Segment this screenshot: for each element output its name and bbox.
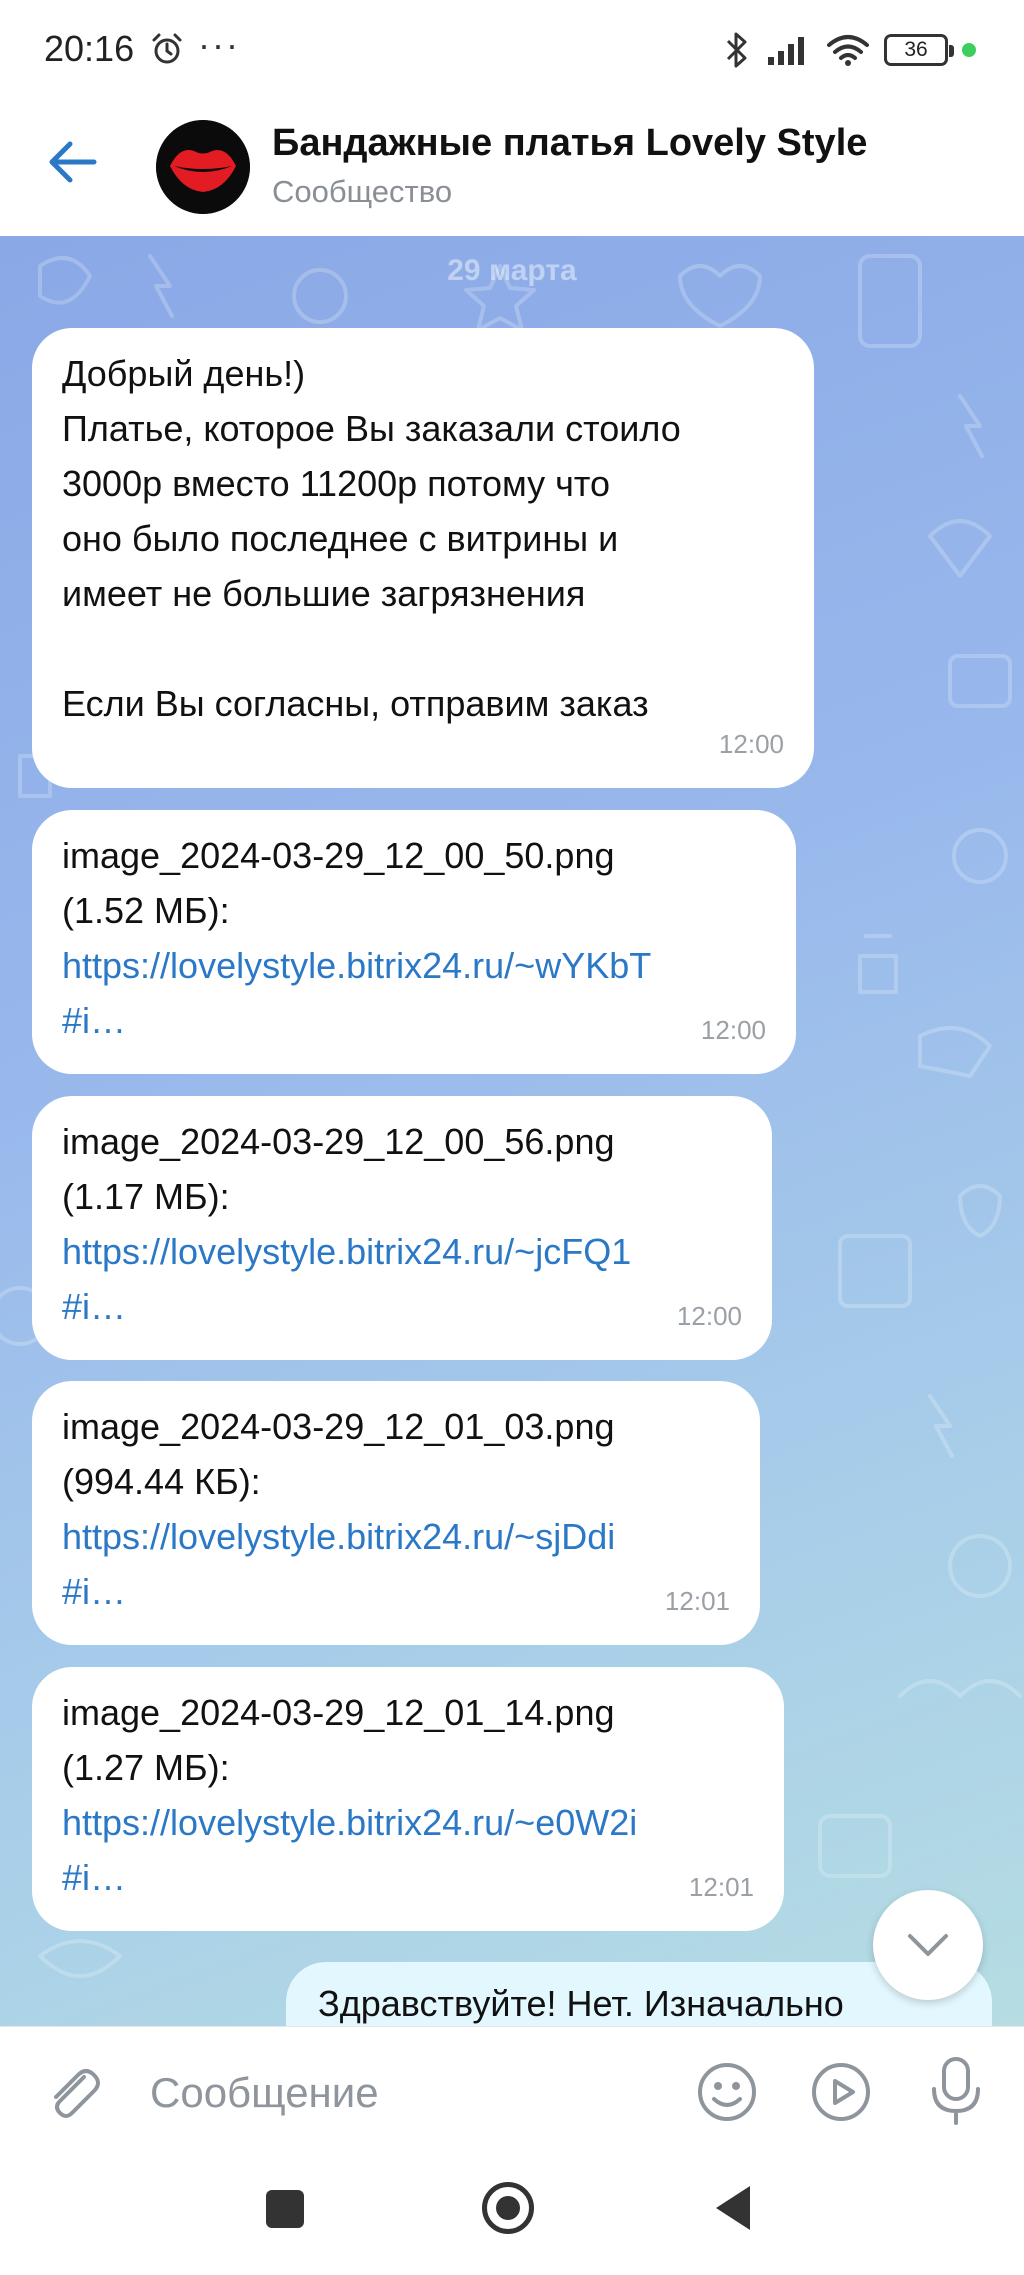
attachment-link-tail[interactable]: #i… bbox=[62, 1564, 730, 1619]
attachment-link[interactable]: https://lovelystyle.bitrix24.ru/~wYKbT bbox=[62, 938, 766, 993]
chat-area[interactable]: 29 марта Добрый день!) Платье, которое В… bbox=[0, 236, 1024, 2026]
wifi-icon bbox=[827, 35, 869, 66]
message-text-line bbox=[62, 621, 784, 676]
system-nav-bar bbox=[0, 2156, 1024, 2275]
attachment-link[interactable]: https://lovelystyle.bitrix24.ru/~jcFQ1 bbox=[62, 1224, 742, 1279]
message-text-line: Если Вы согласны, отправим заказ bbox=[62, 683, 649, 724]
message-bubble[interactable]: image_2024-03-29_12_01_03.png (994.44 КБ… bbox=[32, 1381, 760, 1645]
message-bubble[interactable]: image_2024-03-29_12_00_56.png (1.17 МБ):… bbox=[32, 1096, 772, 1360]
status-bar: 20:16 ··· 36 bbox=[0, 0, 1024, 100]
chat-header: Бандажные платья Lovely Style Сообщество bbox=[0, 100, 1024, 236]
attachment-size: (1.27 МБ): bbox=[62, 1747, 230, 1788]
attachment-link-tail[interactable]: #i… bbox=[62, 1279, 742, 1334]
message-text-line: Здравствуйте! Нет. Изначально bbox=[318, 1983, 844, 2024]
alarm-icon bbox=[152, 33, 182, 64]
message-text-line: Добрый день!) bbox=[62, 353, 306, 394]
message-time: 12:01 bbox=[688, 1872, 754, 1902]
bluetooth-icon bbox=[726, 32, 747, 68]
attachment-link[interactable]: https://lovelystyle.bitrix24.ru/~sjDdi bbox=[62, 1509, 730, 1564]
date-separator: 29 марта bbox=[447, 254, 577, 287]
microphone-icon[interactable] bbox=[924, 2055, 988, 2127]
paperclip-icon[interactable] bbox=[40, 2059, 106, 2125]
chat-title[interactable]: Бандажные платья Lovely Style bbox=[272, 122, 867, 165]
message-text-line: оно было последнее с витрины и bbox=[62, 518, 619, 559]
signal-icon bbox=[768, 37, 804, 65]
back-button[interactable] bbox=[40, 130, 104, 194]
message-text-line: имеет не большие загрязнения bbox=[62, 573, 586, 614]
status-time: 20:16 bbox=[44, 28, 135, 69]
battery-icon: 36 bbox=[884, 34, 954, 66]
attachment-filename: image_2024-03-29_12_00_56.png bbox=[62, 1121, 615, 1162]
system-back-button[interactable] bbox=[712, 2184, 752, 2232]
message-time: 12:01 bbox=[664, 1586, 730, 1616]
message-bubble[interactable]: image_2024-03-29_12_00_50.png (1.52 МБ):… bbox=[32, 810, 796, 1074]
lips-logo bbox=[156, 120, 250, 214]
attachment-link-tail[interactable]: #i… bbox=[62, 1850, 754, 1905]
emoji-icon[interactable] bbox=[694, 2059, 760, 2125]
attachment-filename: image_2024-03-29_12_00_50.png bbox=[62, 835, 615, 876]
message-time: 12:00 bbox=[700, 1015, 766, 1045]
chat-subtitle: Сообщество bbox=[272, 174, 453, 209]
attachment-size: (994.44 КБ): bbox=[62, 1461, 261, 1502]
status-icons: 36 bbox=[722, 30, 976, 70]
more-notifications-icon: ··· bbox=[198, 24, 240, 65]
scroll-down-button[interactable] bbox=[873, 1890, 983, 2000]
video-message-icon[interactable] bbox=[808, 2059, 874, 2125]
active-dot bbox=[962, 43, 976, 57]
attachment-filename: image_2024-03-29_12_01_14.png bbox=[62, 1692, 615, 1733]
chevron-down-icon bbox=[908, 1934, 948, 1956]
message-text-line: 3000р вместо 11200р потому что bbox=[62, 463, 611, 504]
message-input[interactable] bbox=[150, 2065, 670, 2121]
message-bubble[interactable]: image_2024-03-29_12_01_14.png (1.27 МБ):… bbox=[32, 1667, 784, 1931]
home-button[interactable] bbox=[482, 2182, 534, 2234]
message-composer bbox=[0, 2026, 1024, 2156]
attachment-link[interactable]: https://lovelystyle.bitrix24.ru/~e0W2i bbox=[62, 1795, 754, 1850]
battery-level: 36 bbox=[904, 38, 928, 61]
message-text-line: Платье, которое Вы заказали стоило bbox=[62, 408, 681, 449]
message-bubble[interactable]: Добрый день!) Платье, которое Вы заказал… bbox=[32, 328, 814, 788]
recent-apps-button[interactable] bbox=[266, 2190, 304, 2228]
attachment-size: (1.17 МБ): bbox=[62, 1176, 230, 1217]
attachment-filename: image_2024-03-29_12_01_03.png bbox=[62, 1406, 615, 1447]
message-time: 12:00 bbox=[676, 1301, 742, 1331]
avatar[interactable] bbox=[156, 120, 250, 214]
attachment-size: (1.52 МБ): bbox=[62, 890, 230, 931]
message-time: 12:00 bbox=[718, 729, 784, 759]
attachment-link-tail[interactable]: #i… bbox=[62, 993, 766, 1048]
back-arrow-icon bbox=[49, 141, 97, 183]
